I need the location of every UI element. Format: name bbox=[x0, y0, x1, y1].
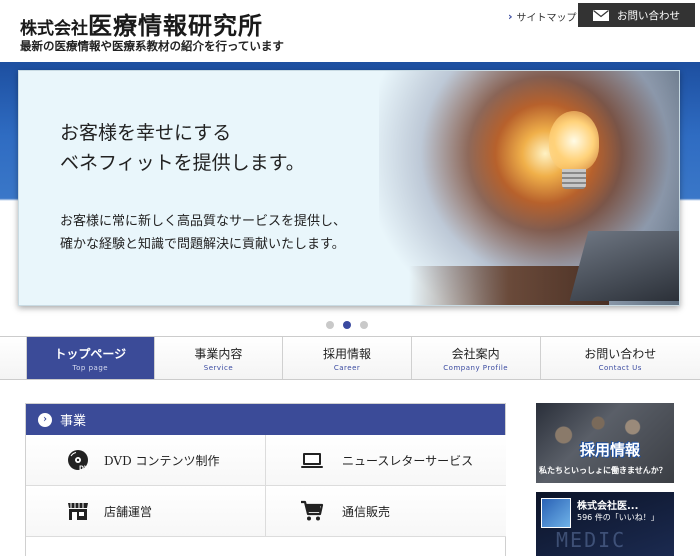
nav-sublabel: Service bbox=[203, 363, 234, 372]
business-item-newsletter[interactable]: ニュースレターサービス bbox=[266, 435, 506, 486]
business-item-label: DVD コンテンツ制作 bbox=[104, 453, 220, 468]
facebook-page-name[interactable]: 株式会社医... bbox=[577, 497, 638, 512]
nav-sublabel: Career bbox=[333, 363, 361, 372]
business-item-label: ニュースレターサービス bbox=[342, 453, 474, 468]
facebook-page-thumbnail bbox=[541, 498, 571, 528]
global-nav: トップページ Top page 事業内容 Service 採用情報 Career… bbox=[0, 336, 700, 380]
chevron-right-icon: › bbox=[508, 10, 513, 23]
business-item-mailorder[interactable]: 通信販売 bbox=[266, 486, 506, 537]
site-header: 株式会社医療情報研究所 最新の医療情報や医療系教材の紹介を行っています › サイ… bbox=[0, 0, 700, 62]
dvd-icon: DVD bbox=[68, 450, 90, 472]
cart-icon bbox=[301, 500, 324, 521]
hero-headline-line1: お客様を幸せにする bbox=[60, 122, 232, 144]
circle-arrow-icon: › bbox=[38, 412, 52, 427]
nav-label: 事業内容 bbox=[194, 346, 243, 361]
hero-photo bbox=[379, 71, 679, 305]
nav-item-contact[interactable]: お問い合わせ Contact Us bbox=[541, 337, 700, 379]
nav-item-company[interactable]: 会社案内 Company Profile bbox=[412, 337, 541, 379]
slider-dot-1[interactable] bbox=[326, 321, 334, 329]
nav-item-career[interactable]: 採用情報 Career bbox=[283, 337, 412, 379]
business-item-dvd[interactable]: DVD DVD コンテンツ制作 bbox=[26, 435, 266, 486]
slider-dot-2[interactable] bbox=[343, 321, 351, 329]
business-item-label: 店舗運営 bbox=[104, 504, 153, 519]
slider-dot-3[interactable] bbox=[360, 321, 368, 329]
lightbulb-base bbox=[562, 169, 586, 189]
facebook-cover-watermark: MEDIC bbox=[556, 528, 627, 552]
recruit-banner[interactable]: 採用情報 私たちといっしょに働きませんか？ bbox=[536, 403, 674, 483]
hero-headline-line2: ベネフィットを提供します。 bbox=[60, 152, 305, 174]
lightbulb-illustration bbox=[549, 111, 599, 171]
nav-sublabel: Top page bbox=[72, 363, 109, 372]
nav-item-service[interactable]: 事業内容 Service bbox=[155, 337, 284, 379]
store-icon bbox=[68, 503, 88, 520]
logo-title-big: 医療情報研究所 bbox=[88, 11, 263, 40]
business-section: › 事業 DVD DVD コンテンツ制作 ニュースレターサービス bbox=[25, 403, 506, 556]
hero-body-line1: お客様に常に新しく高品質なサービスを提供し、 bbox=[60, 214, 347, 229]
nav-label: 会社案内 bbox=[451, 346, 500, 361]
sitemap-link[interactable]: › サイトマップ bbox=[508, 9, 577, 24]
facebook-page-widget[interactable]: 株式会社医... 596 件の「いいね！」 MEDIC bbox=[536, 492, 674, 556]
recruit-banner-title: 採用情報 bbox=[580, 441, 641, 459]
nav-label: トップページ bbox=[54, 346, 127, 361]
laptop-illustration bbox=[569, 231, 679, 301]
nav-item-top[interactable]: トップページ Top page bbox=[26, 337, 155, 379]
nav-label: 採用情報 bbox=[323, 346, 372, 361]
nav-sublabel: Company Profile bbox=[443, 363, 509, 372]
business-grid: DVD DVD コンテンツ制作 ニュースレターサービス 店舗運営 bbox=[26, 435, 506, 537]
hero-slide[interactable] bbox=[18, 70, 680, 306]
contact-button-label: お問い合わせ bbox=[617, 9, 680, 22]
hero-headline: お客様を幸せにする ベネフィットを提供します。 bbox=[60, 118, 305, 178]
contact-button[interactable]: お問い合わせ bbox=[578, 3, 695, 27]
svg-text:DVD: DVD bbox=[79, 465, 90, 472]
business-heading: 事業 bbox=[60, 414, 87, 429]
business-item-store[interactable]: 店舗運営 bbox=[26, 486, 266, 537]
hero-body-line2: 確かな経験と知識で問題解決に貢献いたします。 bbox=[60, 237, 345, 252]
mail-icon bbox=[593, 9, 609, 21]
nav-sublabel: Contact Us bbox=[598, 363, 642, 372]
laptop-icon bbox=[301, 453, 323, 468]
recruit-banner-caption: 私たちといっしょに働きませんか？ bbox=[539, 466, 667, 475]
business-section-header: › 事業 bbox=[26, 404, 505, 435]
facebook-page-likes: 596 件の「いいね！」 bbox=[577, 513, 659, 522]
hero-body: お客様に常に新しく高品質なサービスを提供し、 確かな経験と知識で問題解決に貢献い… bbox=[60, 210, 346, 256]
business-item-label: 通信販売 bbox=[342, 504, 391, 519]
nav-label: お問い合わせ bbox=[584, 346, 657, 361]
slider-dots bbox=[326, 321, 368, 329]
site-tagline: 最新の医療情報や医療系教材の紹介を行っています bbox=[20, 39, 284, 53]
sitemap-label: サイトマップ bbox=[516, 13, 577, 24]
site-logo[interactable]: 株式会社医療情報研究所 bbox=[20, 6, 263, 41]
logo-title-small: 株式会社 bbox=[20, 19, 88, 39]
